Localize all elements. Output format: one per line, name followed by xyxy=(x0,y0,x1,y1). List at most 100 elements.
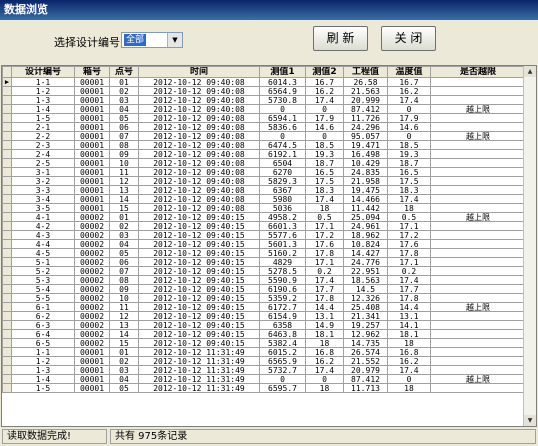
row-indicator[interactable]: ▶ xyxy=(2,77,12,87)
table-row[interactable]: 3-4 00001 14 2012-10-12 09:40:08 5980 17.4 14.… xyxy=(2,194,526,204)
table-row[interactable]: 5-4 00002 09 2012-10-12 09:40:15 6190.6 17.7 1… xyxy=(2,284,526,294)
row-indicator[interactable] xyxy=(2,149,12,159)
row-indicator[interactable] xyxy=(2,239,12,249)
table-row[interactable]: 3-2 00001 12 2012-10-12 09:40:08 5829.3 17.5 2… xyxy=(2,176,526,186)
row-indicator[interactable] xyxy=(2,113,12,123)
table-row[interactable]: 1-2 00001 02 2012-10-12 09:40:08 6564.9 16.2 2… xyxy=(2,86,526,96)
table-row[interactable]: 6-1 00002 11 2012-10-12 09:40:15 6172.7 14.4 2… xyxy=(2,302,526,312)
column-header[interactable]: 设计编号 xyxy=(11,66,75,78)
table-cell xyxy=(430,230,526,240)
row-indicator[interactable] xyxy=(2,248,12,258)
table-row[interactable]: 5-1 00002 06 2012-10-12 09:40:15 4829 17.1 24.… xyxy=(2,257,526,267)
row-indicator[interactable] xyxy=(2,284,12,294)
row-indicator[interactable] xyxy=(2,347,12,357)
refresh-button[interactable]: 刷 新 xyxy=(313,26,368,51)
row-indicator[interactable] xyxy=(2,365,12,375)
table-row[interactable]: 4-3 00002 03 2012-10-12 09:40:15 5577.6 17.2 1… xyxy=(2,230,526,240)
table-row[interactable]: 4-4 00002 04 2012-10-12 09:40:15 5601.3 17.6 1… xyxy=(2,239,526,249)
table-cell: 18 xyxy=(387,338,431,348)
table-row[interactable]: ▶ 1-1 00001 01 2012-10-12 09:40:08 6014.3 16.7… xyxy=(2,77,526,87)
column-header[interactable]: 测值1 xyxy=(259,66,306,78)
row-indicator[interactable] xyxy=(2,257,12,267)
table-row[interactable]: 6-2 00002 12 2012-10-12 09:40:15 6154.9 13.1 2… xyxy=(2,311,526,321)
row-indicator[interactable] xyxy=(2,329,12,339)
row-indicator[interactable] xyxy=(2,185,12,195)
table-row[interactable]: 6-3 00002 13 2012-10-12 09:40:15 6358 14.9 19.… xyxy=(2,320,526,330)
table-row[interactable]: 6-4 00002 14 2012-10-12 09:40:15 6463.8 18.1 1… xyxy=(2,329,526,339)
table-row[interactable]: 2-2 00001 07 2012-10-12 09:40:08 0 0 95.057 0 越上… xyxy=(2,131,526,141)
row-indicator[interactable] xyxy=(2,194,12,204)
row-indicator[interactable] xyxy=(2,104,12,114)
row-indicator[interactable] xyxy=(2,293,12,303)
row-indicator[interactable] xyxy=(2,356,12,366)
row-indicator[interactable] xyxy=(2,167,12,177)
row-indicator[interactable] xyxy=(2,302,12,312)
table-row[interactable]: 3-5 00001 15 2012-10-12 09:40:08 5036 18 11.44… xyxy=(2,203,526,213)
table-row[interactable]: 1-3 00001 03 2012-10-12 11:31:49 5732.7 17.4 2… xyxy=(2,365,526,375)
table-row[interactable]: 4-1 00002 01 2012-10-12 09:40:15 4958.2 0.5 25… xyxy=(2,212,526,222)
row-indicator[interactable] xyxy=(2,230,12,240)
row-indicator[interactable] xyxy=(2,158,12,168)
scroll-up-icon[interactable]: ▲ xyxy=(524,66,536,77)
row-indicator[interactable] xyxy=(2,131,12,141)
row-indicator[interactable] xyxy=(2,320,12,330)
table-row[interactable]: 1-5 00001 05 2012-10-12 09:40:08 6594.1 17.9 1… xyxy=(2,113,526,123)
column-header[interactable]: 箱号 xyxy=(74,66,110,78)
table-cell: 00002 xyxy=(74,266,110,276)
table-row[interactable]: 2-3 00001 08 2012-10-12 09:40:08 6474.5 18.5 1… xyxy=(2,140,526,150)
column-header[interactable]: 工程值 xyxy=(343,66,388,78)
column-header[interactable]: 点号 xyxy=(109,66,139,78)
table-cell: 14.4 xyxy=(305,302,344,312)
table-cell: 14.1 xyxy=(387,320,431,330)
row-indicator[interactable] xyxy=(2,374,12,384)
row-indicator[interactable] xyxy=(2,203,12,213)
table-cell: 5730.8 xyxy=(259,95,306,105)
table-row[interactable]: 5-2 00002 07 2012-10-12 09:40:15 5278.5 0.2 22… xyxy=(2,266,526,276)
table-cell: 0 xyxy=(387,104,431,114)
row-indicator[interactable] xyxy=(2,266,12,276)
table-row[interactable]: 2-5 00001 10 2012-10-12 09:40:08 6504 18.7 10.… xyxy=(2,158,526,168)
row-indicator[interactable] xyxy=(2,140,12,150)
column-header[interactable]: 测值2 xyxy=(305,66,344,78)
column-header[interactable]: 温度值 xyxy=(387,66,431,78)
row-indicator[interactable] xyxy=(2,122,12,132)
row-indicator[interactable] xyxy=(2,221,12,231)
table-row[interactable]: 1-2 00001 02 2012-10-12 11:31:49 6565.9 16.2 2… xyxy=(2,356,526,366)
column-header[interactable]: 是否越限 xyxy=(430,66,526,78)
table-cell: 2012-10-12 09:40:15 xyxy=(138,311,260,321)
design-number-select[interactable]: 全部 ▼ xyxy=(121,32,183,48)
table-row[interactable]: 6-5 00002 15 2012-10-12 09:40:15 5382.4 18 14.… xyxy=(2,338,526,348)
table-row[interactable]: 2-1 00001 06 2012-10-12 09:40:08 5836.6 14.6 2… xyxy=(2,122,526,132)
table-row[interactable]: 1-3 00001 03 2012-10-12 09:40:08 5730.8 17.4 2… xyxy=(2,95,526,105)
data-grid[interactable]: 设计编号 箱号 点号 时间 测值1 测值2 工程值 温度值 是否越限 ▶ 1-1 00001 01 20… xyxy=(1,65,537,427)
table-cell: 24.296 xyxy=(343,122,388,132)
row-indicator[interactable] xyxy=(2,176,12,186)
close-button[interactable]: 关 闭 xyxy=(381,26,436,51)
table-row[interactable]: 4-5 00002 05 2012-10-12 09:40:15 5160.2 17.8 1… xyxy=(2,248,526,258)
table-row[interactable]: 1-4 00001 04 2012-10-12 11:31:49 0 0 87.412 0 越上… xyxy=(2,374,526,384)
row-indicator[interactable] xyxy=(2,311,12,321)
table-row[interactable]: 5-3 00002 08 2012-10-12 09:40:15 5590.9 17.4 1… xyxy=(2,275,526,285)
scroll-down-icon[interactable]: ▼ xyxy=(524,415,536,426)
table-row[interactable]: 3-1 00001 11 2012-10-12 09:40:08 6270 16.5 24.… xyxy=(2,167,526,177)
table-cell: 6595.7 xyxy=(259,383,306,393)
chevron-down-icon[interactable]: ▼ xyxy=(167,33,182,47)
table-row[interactable]: 1-5 00001 05 2012-10-12 11:31:49 6595.7 18 11.… xyxy=(2,383,526,393)
table-cell: 14.735 xyxy=(343,338,388,348)
table-cell xyxy=(430,122,526,132)
table-row[interactable]: 1-4 00001 04 2012-10-12 09:40:08 0 0 87.412 0 越上… xyxy=(2,104,526,114)
table-row[interactable]: 1-1 00001 01 2012-10-12 11:31:49 6015.2 16.8 2… xyxy=(2,347,526,357)
table-cell: 5160.2 xyxy=(259,248,306,258)
table-row[interactable]: 2-4 00001 09 2012-10-12 09:40:08 6192.1 19.3 1… xyxy=(2,149,526,159)
row-indicator[interactable] xyxy=(2,338,12,348)
row-indicator[interactable] xyxy=(2,383,12,393)
column-header[interactable]: 时间 xyxy=(138,66,260,78)
row-indicator[interactable] xyxy=(2,212,12,222)
table-row[interactable]: 5-5 00002 10 2012-10-12 09:40:15 5359.2 17.8 1… xyxy=(2,293,526,303)
table-row[interactable]: 3-3 00001 13 2012-10-12 09:40:08 6367 18.3 19.… xyxy=(2,185,526,195)
row-indicator[interactable] xyxy=(2,275,12,285)
row-indicator[interactable] xyxy=(2,95,12,105)
table-row[interactable]: 4-2 00002 02 2012-10-12 09:40:15 6601.3 17.1 2… xyxy=(2,221,526,231)
vertical-scrollbar[interactable]: ▲ ▼ xyxy=(523,66,536,426)
row-indicator[interactable] xyxy=(2,86,12,96)
